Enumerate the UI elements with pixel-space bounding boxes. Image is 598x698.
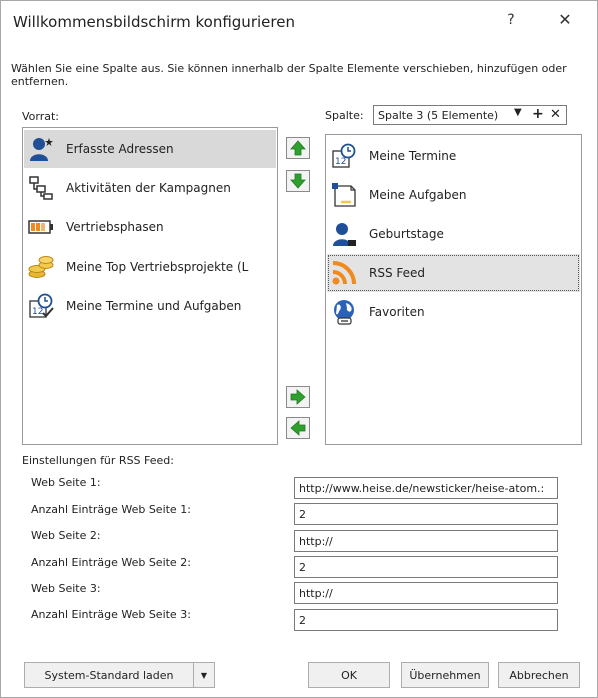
apply-label: Übernehmen — [409, 668, 481, 682]
spalte-list[interactable]: 12 Meine Termine Meine Aufgaben Geburtst… — [325, 134, 582, 445]
remove-column-icon[interactable]: ✕ — [550, 107, 561, 122]
battery-icon — [28, 220, 53, 234]
website3-input[interactable]: http:// — [294, 582, 558, 604]
chevron-down-icon: ▼ — [200, 670, 208, 680]
instruction-text: Wählen Sie eine Spalte aus. Sie können i… — [11, 62, 567, 88]
help-button[interactable]: ? — [500, 12, 522, 28]
vorrat-list[interactable]: Erfasste Adressen Aktivitäten der Kampag… — [22, 127, 278, 445]
system-default-label: System-Standard laden — [44, 668, 174, 682]
add-to-column-button[interactable] — [286, 386, 310, 408]
list-item-label: Meine Termine und Aufgaben — [66, 299, 242, 313]
field-label: Web Seite 2: — [31, 529, 101, 542]
list-item-label: Aktivitäten der Kampagnen — [66, 181, 231, 195]
list-item-label: Meine Aufgaben — [369, 188, 467, 202]
close-button[interactable]: ✕ — [554, 10, 576, 29]
arrow-left-icon — [290, 420, 306, 436]
settings-header: Einstellungen für RSS Feed: — [22, 454, 174, 467]
move-up-button[interactable] — [286, 137, 310, 159]
move-down-button[interactable] — [286, 170, 310, 192]
person-add-icon — [30, 138, 53, 161]
field-label: Anzahl Einträge Web Seite 2: — [31, 556, 191, 569]
chevron-down-icon[interactable]: ▼ — [514, 107, 522, 118]
field-label: Web Seite 1: — [31, 476, 101, 489]
list-item[interactable]: 12 Meine Termine — [327, 137, 580, 175]
system-default-button[interactable]: System-Standard laden — [24, 662, 194, 688]
apply-button[interactable]: Übernehmen — [401, 662, 489, 688]
entries3-input[interactable]: 2 — [294, 609, 558, 631]
field-label: Web Seite 3: — [31, 582, 101, 595]
ok-button[interactable]: OK — [308, 662, 390, 688]
remove-from-column-button[interactable] — [286, 417, 310, 439]
coins-icon — [28, 256, 54, 278]
field-label: Anzahl Einträge Web Seite 1: — [31, 503, 191, 516]
list-item[interactable]: Meine Aufgaben — [327, 176, 580, 214]
arrow-down-icon — [290, 173, 306, 189]
globe-icon — [334, 300, 354, 325]
list-item[interactable]: 12 Meine Termine und Aufgaben — [24, 287, 276, 325]
list-item[interactable]: Meine Top Vertriebsprojekte (L — [24, 248, 276, 286]
arrow-up-icon — [290, 140, 306, 156]
calendar-clock-icon: 12 — [332, 143, 356, 168]
list-item-label: Vertriebsphasen — [66, 220, 164, 234]
list-item[interactable]: Geburtstage — [327, 215, 580, 253]
svg-text:12: 12 — [32, 307, 43, 317]
spalte-label: Spalte: — [325, 109, 364, 122]
field-label: Anzahl Einträge Web Seite 3: — [31, 608, 191, 621]
column-select-value: Spalte 3 (5 Elemente) — [378, 109, 499, 122]
arrow-right-icon — [290, 389, 306, 405]
svg-text:12: 12 — [335, 157, 346, 167]
vorrat-label: Vorrat: — [22, 110, 60, 123]
cancel-button[interactable]: Abbrechen — [498, 662, 580, 688]
list-item-label: Favoriten — [369, 305, 425, 319]
list-item-label: Meine Top Vertriebsprojekte (L — [66, 260, 249, 274]
list-item-label: Geburtstage — [369, 227, 444, 241]
flowchart-icon — [29, 176, 53, 200]
add-column-icon[interactable]: + — [532, 106, 544, 122]
titlebar: Willkommensbildschirm konfigurieren ? ✕ — [1, 1, 597, 47]
list-item-label: Meine Termine — [369, 149, 457, 163]
rss-icon — [332, 261, 356, 285]
ok-label: OK — [341, 668, 357, 682]
task-icon — [332, 183, 356, 207]
list-item[interactable]: Erfasste Adressen — [24, 130, 276, 168]
system-default-dropdown[interactable]: ▼ — [193, 662, 215, 688]
list-item[interactable]: RSS Feed — [327, 254, 580, 292]
list-item[interactable]: Favoriten — [327, 293, 580, 331]
dialog-title: Willkommensbildschirm konfigurieren — [13, 13, 295, 31]
list-item-label: RSS Feed — [369, 266, 426, 280]
list-item[interactable]: Vertriebsphasen — [24, 208, 276, 246]
entries2-input[interactable]: 2 — [294, 556, 558, 578]
cancel-label: Abbrechen — [509, 668, 569, 682]
calendar-check-icon: 12 — [29, 293, 54, 318]
website1-input[interactable]: http://www.heise.de/newsticker/heise-ato… — [294, 477, 558, 499]
list-item-label: Erfasste Adressen — [66, 142, 174, 156]
entries1-input[interactable]: 2 — [294, 503, 558, 525]
list-item[interactable]: Aktivitäten der Kampagnen — [24, 169, 276, 207]
column-select[interactable]: Spalte 3 (5 Elemente) ▼ + ✕ — [373, 105, 567, 125]
dialog-window: Willkommensbildschirm konfigurieren ? ✕ … — [0, 0, 598, 698]
person-icon — [333, 223, 356, 246]
website2-input[interactable]: http:// — [294, 530, 558, 552]
